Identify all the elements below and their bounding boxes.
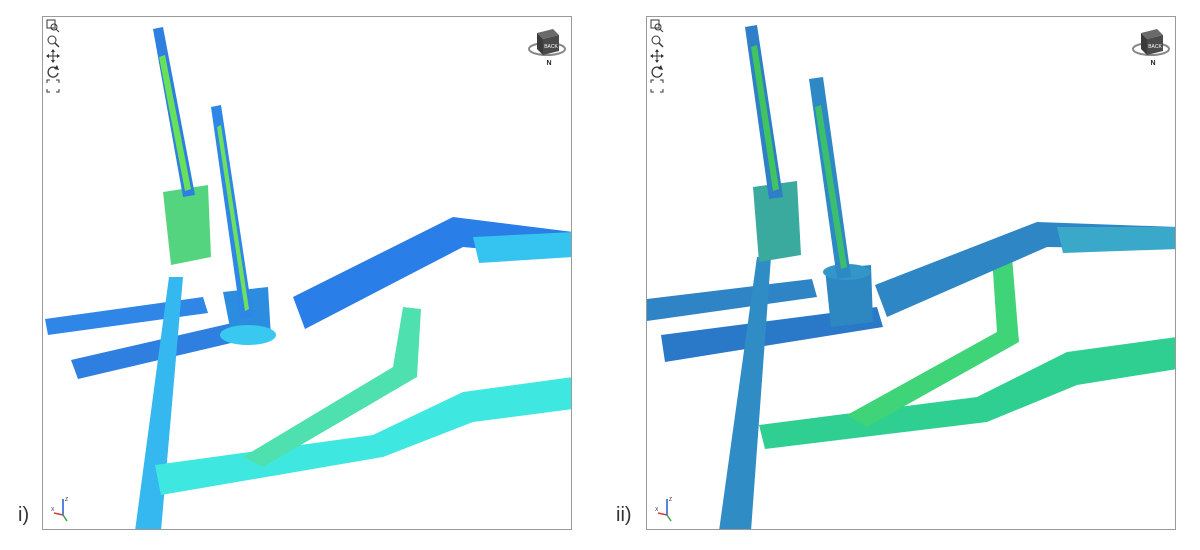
panel-label-1: i) bbox=[18, 504, 30, 526]
fit-view-icon[interactable] bbox=[46, 79, 60, 93]
zoom-icon[interactable] bbox=[46, 34, 60, 48]
viewport-2[interactable]: BACK N Z X bbox=[646, 16, 1176, 530]
navigation-cube-2[interactable]: BACK N bbox=[1131, 23, 1171, 67]
triad-x-label-2: X bbox=[655, 507, 659, 513]
panel-label-2: ii) bbox=[616, 504, 632, 526]
navigation-cube-1[interactable]: BACK N bbox=[527, 23, 567, 67]
rotate-icon[interactable] bbox=[650, 64, 664, 78]
rod-right-highlight bbox=[815, 105, 847, 269]
channel-right-end bbox=[473, 232, 571, 263]
rod-left-highlight bbox=[159, 55, 191, 191]
pan-icon[interactable] bbox=[46, 49, 60, 63]
pan-icon[interactable] bbox=[650, 49, 664, 63]
channel-left-upper bbox=[647, 279, 817, 321]
pipe-model-2[interactable] bbox=[647, 17, 1176, 530]
axis-triad-2: Z X bbox=[655, 493, 679, 523]
navcube-face-label-2: BACK bbox=[1148, 44, 1162, 50]
zoom-window-icon[interactable] bbox=[650, 19, 664, 33]
channel-right-end bbox=[1057, 227, 1175, 253]
triad-z-label-1: Z bbox=[65, 497, 68, 503]
viewport-1[interactable]: BACK N Z X bbox=[42, 16, 572, 530]
channel-left-upper bbox=[45, 297, 208, 335]
pipe-model-1[interactable] bbox=[43, 17, 572, 530]
axis-triad-1: Z X bbox=[51, 493, 75, 523]
view-toolbar-1 bbox=[46, 19, 62, 94]
rod-right-highlight bbox=[217, 125, 249, 311]
zoom-window-icon[interactable] bbox=[46, 19, 60, 33]
zoom-icon[interactable] bbox=[650, 34, 664, 48]
rotate-icon[interactable] bbox=[46, 64, 60, 78]
fit-view-icon[interactable] bbox=[650, 79, 664, 93]
well-left bbox=[163, 185, 211, 265]
navcube-compass-label-1: N bbox=[546, 60, 551, 67]
navcube-face-label-1: BACK bbox=[544, 44, 558, 50]
sprue-cup bbox=[220, 325, 276, 345]
triad-x-label-1: X bbox=[51, 507, 55, 513]
triad-z-label-2: Z bbox=[669, 497, 672, 503]
view-toolbar-2 bbox=[650, 19, 666, 94]
channel-right-top bbox=[293, 217, 571, 329]
navcube-compass-label-2: N bbox=[1150, 60, 1155, 67]
